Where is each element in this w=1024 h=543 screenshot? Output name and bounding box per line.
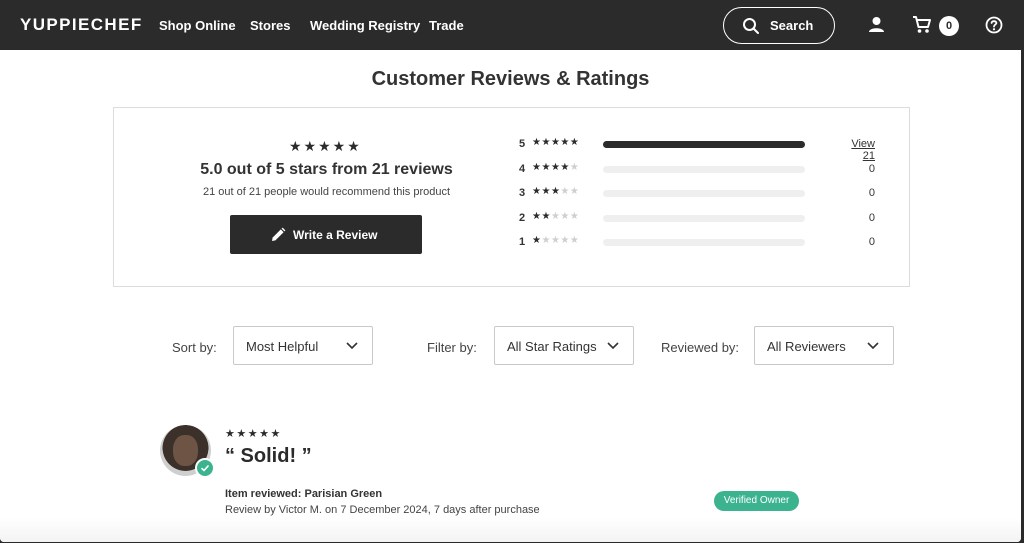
avatar-face — [173, 435, 198, 466]
nav-link-wedding-registry[interactable]: Wedding Registry — [310, 18, 420, 33]
star-filter-select[interactable]: All Star Ratings — [494, 326, 634, 365]
rating-row-count: 0 — [868, 187, 875, 199]
rating-row-3[interactable]: 3 ★★★★★ 0 — [519, 186, 879, 201]
top-nav: YUPPIECHEF Shop Online Stores Wedding Re… — [0, 0, 1024, 50]
average-rating-text: 5.0 out of 5 stars from 21 reviews — [200, 161, 453, 178]
review-title: “ Solid! ” — [225, 445, 312, 467]
sort-select[interactable]: Most Helpful — [233, 326, 373, 365]
rating-row-stars: ★★★★★ — [532, 235, 580, 246]
cart-count-badge[interactable]: 0 — [939, 16, 959, 36]
help-icon[interactable] — [985, 16, 1003, 34]
bottom-fade — [0, 518, 1021, 542]
page-title: Customer Reviews & Ratings — [371, 68, 650, 90]
search-icon — [743, 18, 759, 34]
rating-bar-track — [603, 166, 805, 173]
rating-row-4[interactable]: 4 ★★★★★ 0 — [519, 162, 879, 177]
rating-row-count: 0 — [868, 236, 875, 248]
pencil-icon — [272, 227, 286, 241]
rating-row-stars: ★★★★★ — [532, 137, 580, 148]
cart-icon[interactable] — [912, 16, 932, 34]
rating-row-stars: ★★★★★ — [532, 162, 580, 173]
write-review-label: Write a Review — [293, 228, 378, 242]
nav-link-stores[interactable]: Stores — [250, 18, 290, 33]
rating-row-label: 2 — [519, 212, 526, 224]
rating-bar-track — [603, 190, 805, 197]
rating-row-label: 3 — [519, 187, 526, 199]
reviewer-select[interactable]: All Reviewers — [754, 326, 894, 365]
rating-bar-fill — [603, 141, 805, 148]
rating-row-2[interactable]: 2 ★★★★★ 0 — [519, 211, 879, 226]
sort-value: Most Helpful — [246, 339, 319, 354]
chevron-down-icon — [346, 342, 358, 350]
rating-bar-track — [603, 215, 805, 222]
rating-row-label: 4 — [519, 163, 526, 175]
rating-row-label: 5 — [519, 138, 526, 150]
chevron-down-icon — [607, 342, 619, 350]
filter-value: All Star Ratings — [507, 339, 597, 354]
page-content: Customer Reviews & Ratings ★★★★★ 5.0 out… — [0, 50, 1021, 542]
logo[interactable]: YUPPIECHEF — [20, 15, 143, 35]
ratings-summary: ★★★★★ 5.0 out of 5 stars from 21 reviews… — [113, 107, 910, 287]
recommend-text: 21 out of 21 people would recommend this… — [202, 186, 451, 198]
rating-row-stars: ★★★★★ — [532, 211, 580, 222]
rating-row-5[interactable]: 5 ★★★★★ View 21 — [519, 137, 879, 162]
sort-label: Sort by: — [172, 340, 217, 355]
nav-link-shop-online[interactable]: Shop Online — [159, 18, 236, 33]
review-byline: Review by Victor M. on 7 December 2024, … — [225, 504, 540, 516]
verified-owner-badge: Verified Owner — [714, 491, 799, 511]
filter-label: Filter by: — [427, 340, 477, 355]
rating-row-count: 0 — [868, 163, 875, 175]
rating-row-stars: ★★★★★ — [532, 186, 580, 197]
search-label: Search — [770, 18, 814, 33]
average-stars: ★★★★★ — [289, 138, 362, 154]
rating-bar-track — [603, 141, 805, 148]
rating-row-1[interactable]: 1 ★★★★★ 0 — [519, 235, 879, 250]
reviewed-by-value: All Reviewers — [767, 339, 846, 354]
review-stars: ★★★★★ — [225, 428, 282, 440]
item-reviewed: Item reviewed: Parisian Green — [225, 488, 383, 500]
rating-bar-track — [603, 239, 805, 246]
chevron-down-icon — [867, 342, 879, 350]
verified-check-icon — [195, 458, 215, 478]
view-reviews-link[interactable]: View 21 — [839, 138, 875, 162]
rating-row-count: 0 — [868, 212, 875, 224]
reviewed-by-label: Reviewed by: — [661, 340, 740, 355]
write-review-button[interactable]: Write a Review — [230, 215, 422, 254]
rating-row-label: 1 — [519, 236, 526, 248]
nav-link-trade[interactable]: Trade — [429, 18, 464, 33]
search-button[interactable]: Search — [723, 7, 835, 44]
user-icon[interactable] — [868, 16, 885, 33]
